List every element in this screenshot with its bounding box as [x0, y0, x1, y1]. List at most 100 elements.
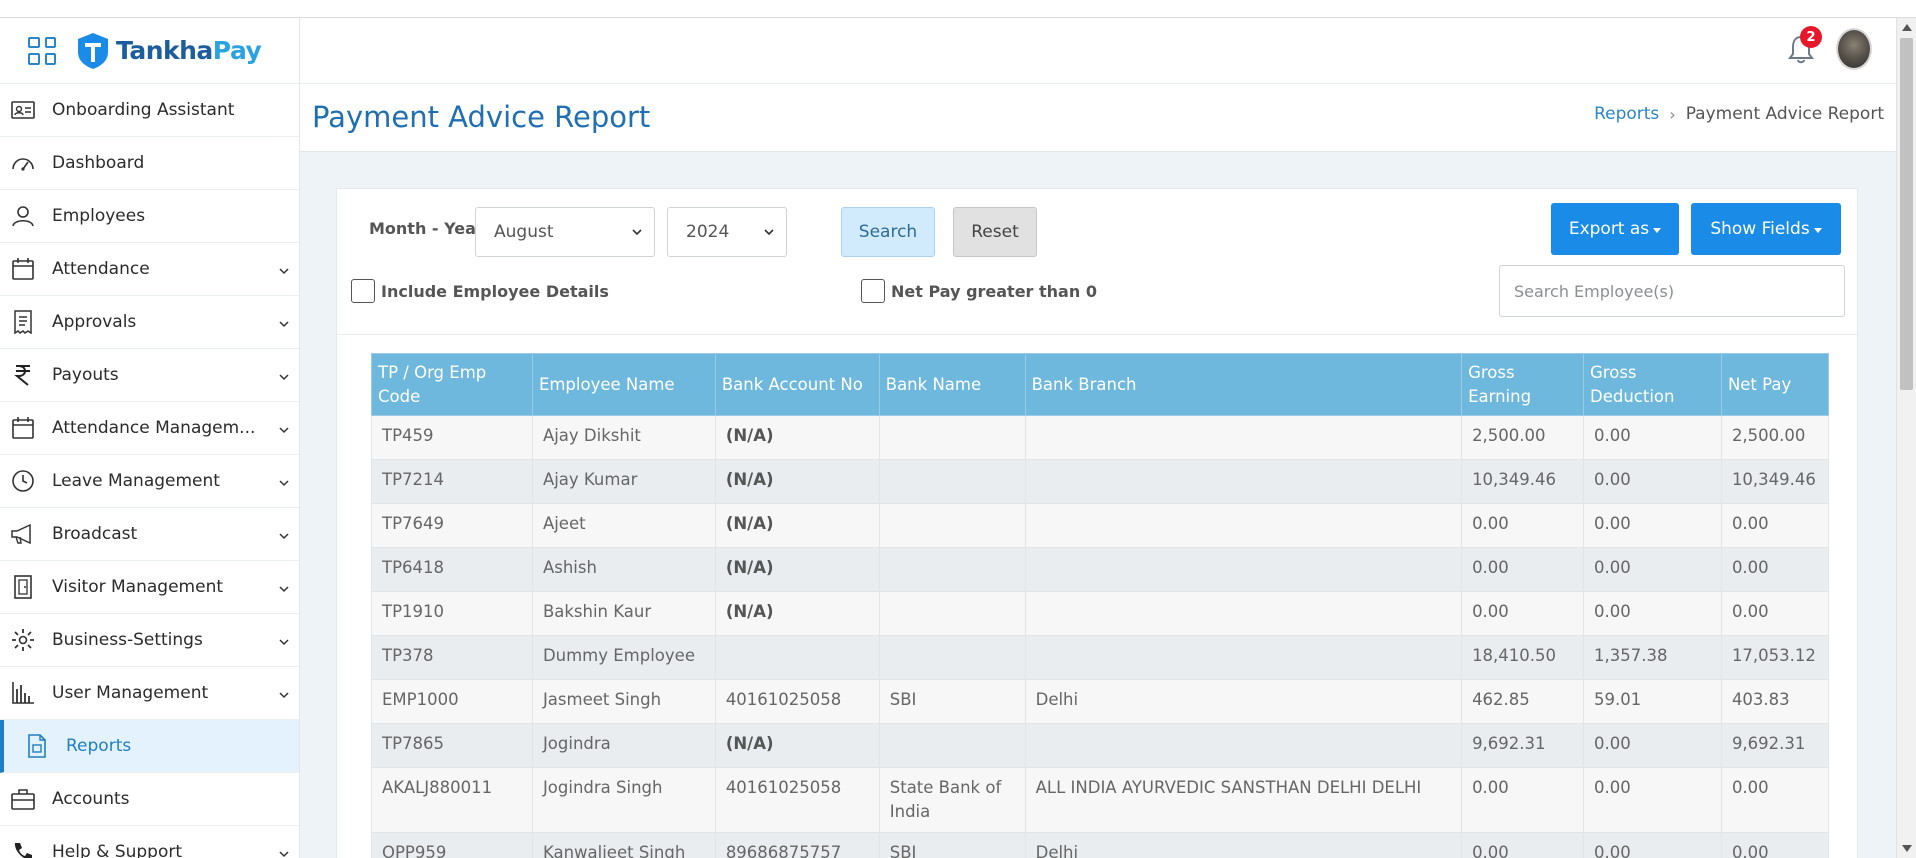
table-cell: 0.00: [1583, 832, 1722, 858]
chevron-down-icon: [279, 480, 289, 487]
month-select[interactable]: August: [475, 207, 655, 257]
table-cell: AKALJ880011: [371, 767, 533, 833]
table-row[interactable]: TP1910 Bakshin Kaur (N/A) 0.00 0.00 0.00: [371, 591, 1830, 636]
table-cell: 403.83: [1720, 679, 1830, 724]
table-cell: 17,053.12: [1720, 635, 1830, 680]
sidebar-item-business-settings[interactable]: Business-Settings: [0, 614, 299, 667]
month-year-label: Month - Year: [369, 219, 484, 238]
brand-name[interactable]: TankhaPay: [116, 36, 262, 65]
table-row[interactable]: AKALJ880011 Jogindra Singh 40161025058 Stat…: [371, 767, 1830, 833]
notification-badge: 2: [1800, 26, 1822, 48]
table-cell: 0.00: [1720, 547, 1830, 592]
sidebar-item-label: Attendance Managem...: [52, 418, 256, 438]
breadcrumb-reports-link[interactable]: Reports: [1594, 104, 1659, 124]
sidebar-item-label: Business-Settings: [52, 630, 203, 650]
table-cell: 0.00: [1583, 459, 1722, 504]
table-cell: [878, 459, 1026, 504]
table-cell: 10,349.46: [1720, 459, 1830, 504]
table-cell: 2,500.00: [1720, 415, 1830, 460]
table-cell: [714, 635, 880, 680]
sidebar-item-broadcast[interactable]: Broadcast: [0, 508, 299, 561]
sidebar-item-leave-management[interactable]: Leave Management: [0, 455, 299, 508]
table-row[interactable]: TP378 Dummy Employee 18,410.50 1,357.38 17,0…: [371, 635, 1830, 680]
table-cell: [1024, 723, 1463, 768]
sidebar-item-user-management[interactable]: User Management: [0, 667, 299, 720]
sidebar-item-dashboard[interactable]: Dashboard: [0, 137, 299, 190]
table-cell: 18,410.50: [1461, 635, 1585, 680]
chevron-down-icon: [279, 268, 289, 275]
tankhapay-logo-icon[interactable]: [76, 32, 110, 70]
table-cell: (N/A): [714, 503, 880, 548]
sidebar-item-accounts[interactable]: Accounts: [0, 773, 299, 826]
breadcrumb: Reports › Payment Advice Report: [1594, 104, 1884, 124]
door-icon: [10, 574, 36, 600]
scrollbar-thumb[interactable]: [1900, 38, 1913, 390]
table-cell: [878, 503, 1026, 548]
export-as-button[interactable]: Export as: [1551, 203, 1679, 255]
table-cell: SBI: [878, 679, 1026, 724]
sidebar-item-reports[interactable]: Reports: [0, 720, 299, 773]
month-select-value: August: [494, 222, 554, 242]
page-scrollbar[interactable]: [1896, 18, 1916, 858]
table-cell: Jogindra: [531, 723, 716, 768]
include-employee-details-checkbox[interactable]: Include Employee Details: [351, 279, 609, 303]
search-employee-input[interactable]: [1499, 265, 1845, 317]
sidebar-item-label: Attendance: [52, 259, 150, 279]
table-cell: TP6418: [371, 547, 533, 592]
table-cell: 0.00: [1461, 591, 1585, 636]
sidebar-item-visitor-management[interactable]: Visitor Management: [0, 561, 299, 614]
sidebar-item-help-support[interactable]: Help & Support: [0, 826, 299, 858]
megaphone-icon: [10, 521, 36, 547]
table-cell: Kanwaljeet Singh: [531, 832, 716, 858]
sidebar-item-employees[interactable]: Employees: [0, 190, 299, 243]
sidebar-item-attendance-managem[interactable]: Attendance Managem...: [0, 402, 299, 455]
table-row[interactable]: TP7649 Ajeet (N/A) 0.00 0.00 0.00: [371, 503, 1830, 548]
sidebar-item-approvals[interactable]: Approvals: [0, 296, 299, 349]
table-row[interactable]: EMP1000 Jasmeet Singh 40161025058 SBI Delhi 4…: [371, 679, 1830, 724]
reset-button[interactable]: Reset: [953, 207, 1037, 257]
table-row[interactable]: TP459 Ajay Dikshit (N/A) 2,500.00 0.00 2,500.…: [371, 415, 1830, 460]
show-fields-button[interactable]: Show Fields: [1691, 203, 1841, 255]
table-cell: 0.00: [1583, 591, 1722, 636]
table-cell: [878, 635, 1026, 680]
table-cell: 0.00: [1461, 832, 1585, 858]
table-row[interactable]: OPP959 Kanwaljeet Singh 89686875757 SBI Delh…: [371, 832, 1830, 858]
filter-bar: Month - Year August 2024 Search Reset Ex…: [337, 189, 1859, 335]
sidebar-item-label: Broadcast: [52, 524, 138, 544]
sidebar-item-payouts[interactable]: Payouts: [0, 349, 299, 402]
table-cell: 0.00: [1461, 503, 1585, 548]
scroll-up-arrow-icon[interactable]: [1902, 24, 1912, 31]
sidebar-item-label: Leave Management: [52, 471, 220, 491]
app-grid-icon[interactable]: [28, 36, 56, 65]
show-fields-label: Show Fields: [1710, 219, 1810, 239]
clock-icon: [10, 468, 36, 494]
table-cell: (N/A): [714, 723, 880, 768]
table-row[interactable]: TP7865 Jogindra (N/A) 9,692.31 0.00 9,692.31: [371, 723, 1830, 768]
sidebar-item-onboarding-assistant[interactable]: Onboarding Assistant: [0, 84, 299, 137]
table-row[interactable]: TP6418 Ashish (N/A) 0.00 0.00 0.00: [371, 547, 1830, 592]
table-cell: 0.00: [1461, 547, 1585, 592]
scroll-down-arrow-icon[interactable]: [1902, 845, 1912, 852]
user-avatar[interactable]: [1836, 28, 1872, 70]
year-select-value: 2024: [686, 222, 730, 242]
table-row[interactable]: TP7214 Ajay Kumar (N/A) 10,349.46 0.00 10,349…: [371, 459, 1830, 504]
report-table-wrapper: TP / Org Emp Code Employee Name Bank Accou…: [371, 353, 1830, 858]
checkbox-box[interactable]: [351, 279, 375, 303]
year-select[interactable]: 2024: [667, 207, 787, 257]
checkbox-box[interactable]: [861, 279, 885, 303]
receipt-icon: [10, 309, 36, 335]
table-cell: 1,357.38: [1583, 635, 1722, 680]
sidebar-item-attendance[interactable]: Attendance: [0, 243, 299, 296]
table-cell: ALL INDIA AYURVEDIC SANSTHAN DELHI DELHI: [1024, 767, 1463, 833]
net-pay-checkbox[interactable]: Net Pay greater than 0: [861, 279, 1097, 303]
search-button[interactable]: Search: [841, 207, 935, 257]
chevron-down-icon: [279, 427, 289, 434]
table-cell: 9,692.31: [1720, 723, 1830, 768]
gear-icon: [10, 627, 36, 653]
table-cell: TP378: [371, 635, 533, 680]
chevron-down-icon: [279, 321, 289, 328]
table-cell: 0.00: [1720, 767, 1830, 833]
notifications-button[interactable]: 2: [1784, 26, 1822, 66]
table-cell: [1024, 503, 1463, 548]
table-cell: 0.00: [1583, 767, 1722, 833]
